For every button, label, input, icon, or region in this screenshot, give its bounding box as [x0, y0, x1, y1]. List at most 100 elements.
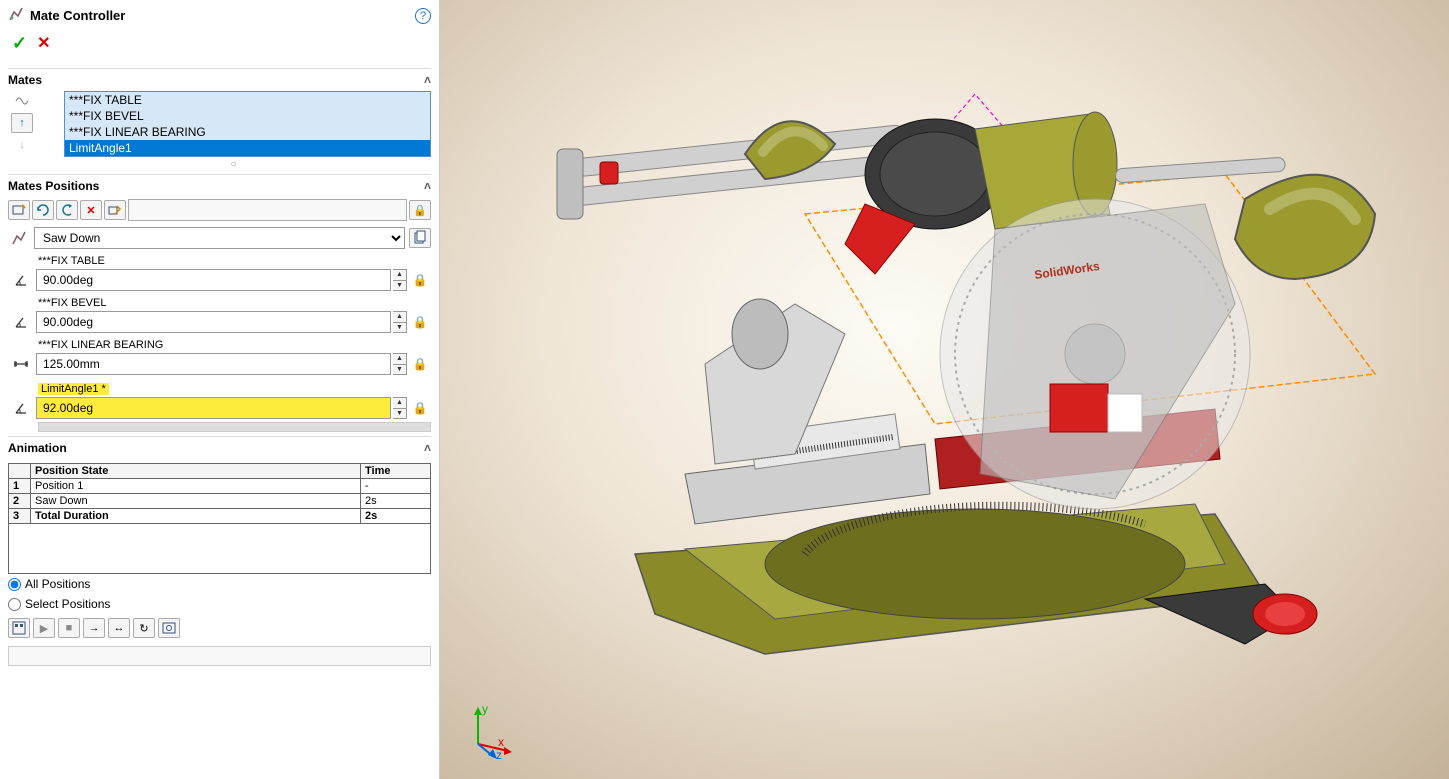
spinner[interactable]: ▲▼ — [393, 311, 407, 333]
spinner-down-icon: ▼ — [393, 323, 406, 333]
move-up-button[interactable]: ↑ — [11, 113, 33, 133]
graphics-viewport[interactable]: SolidWorks y x z — [440, 0, 1449, 779]
cancel-icon[interactable]: ✕ — [37, 33, 50, 54]
positions-toolbar: ✕ 🔒 — [8, 197, 431, 223]
svg-text:z: z — [496, 748, 502, 759]
angle-icon — [8, 314, 34, 330]
spinner-up-icon: ▲ — [393, 398, 406, 409]
mate-controller-icon — [8, 6, 24, 25]
angle-icon — [8, 400, 34, 416]
spinner-up-icon: ▲ — [393, 270, 406, 281]
svg-text:x: x — [498, 735, 504, 749]
col-position-state: Position State — [31, 464, 361, 479]
spinner-down-icon: ▼ — [393, 409, 406, 419]
mates-section-header[interactable]: Mates ˄ — [8, 68, 431, 91]
reset-position-icon[interactable] — [56, 200, 78, 220]
spinner-up-icon: ▲ — [393, 354, 406, 365]
animation-table: Position State Time 1 Position 1 - 2 Saw… — [8, 463, 431, 524]
radio-select-positions[interactable]: Select Positions — [8, 594, 431, 614]
mate-field-label: ***FIX LINEAR BEARING — [8, 339, 431, 351]
resize-handle-icon[interactable]: ○ — [36, 159, 431, 170]
angle-icon — [8, 272, 34, 288]
mates-listbox[interactable]: ***FIX TABLE ***FIX BEVEL ***FIX LINEAR … — [64, 91, 431, 157]
mates-side-controls: ↑ ↓ — [8, 91, 36, 170]
table-corner — [9, 464, 31, 479]
saw-base — [635, 504, 1265, 654]
section-label: Animation — [8, 441, 67, 455]
mate-field-label: ***FIX BEVEL — [8, 297, 431, 309]
chevron-up-icon: ˄ — [424, 179, 431, 193]
svg-text:y: y — [482, 702, 488, 716]
ok-icon[interactable]: ✓ — [12, 33, 27, 54]
spinner[interactable]: ▲▼ — [393, 269, 407, 291]
mate-field-highlighted: LimitAngle1 * ▲▼ 🔒 — [8, 381, 431, 432]
radio-input[interactable] — [8, 598, 21, 611]
collect-mates-icon[interactable] — [11, 91, 33, 111]
play-loop-icon[interactable]: ↻ — [133, 618, 155, 638]
mates-wrapper: ↑ ↓ ***FIX TABLE ***FIX BEVEL ***FIX LIN… — [8, 91, 431, 170]
limit-slider[interactable] — [38, 422, 431, 432]
lock-icon[interactable]: 🔒 — [409, 273, 431, 287]
mate-field: ***FIX BEVEL ▲▼ 🔒 — [8, 297, 431, 333]
update-position-icon[interactable] — [32, 200, 54, 220]
position-name-field[interactable] — [128, 199, 407, 221]
view-triad-icon[interactable]: y x z — [460, 699, 520, 759]
mate-item[interactable]: ***FIX BEVEL — [65, 108, 430, 124]
miter-saw-model[interactable]: SolidWorks — [505, 54, 1385, 694]
radio-input[interactable] — [8, 578, 21, 591]
spinner-up-icon: ▲ — [393, 312, 406, 323]
mate-item[interactable]: ***FIX LINEAR BEARING — [65, 124, 430, 140]
panel-title: Mate Controller — [30, 8, 415, 23]
move-down-button[interactable]: ↓ — [11, 135, 33, 155]
animation-section-header[interactable]: Animation ˄ — [8, 436, 431, 459]
delete-position-icon[interactable]: ✕ — [80, 200, 102, 220]
lock-all-icon[interactable]: 🔒 — [409, 200, 431, 220]
radio-all-positions[interactable]: All Positions — [8, 574, 431, 594]
lock-icon[interactable]: 🔒 — [409, 357, 431, 371]
panel-header: Mate Controller ? — [8, 4, 431, 31]
property-manager-panel: Mate Controller ? ✓ ✕ Mates ˄ ↑ ↓ ***FIX… — [0, 0, 440, 779]
mate-field-label: ***FIX TABLE — [8, 255, 431, 267]
play-reciprocate-icon[interactable]: ↔ — [108, 618, 130, 638]
spinner[interactable]: ▲▼ — [393, 397, 407, 419]
mate-value-input[interactable] — [36, 269, 391, 291]
save-animation-icon[interactable] — [158, 618, 180, 638]
animation-table-empty-area — [8, 524, 431, 574]
mate-value-input[interactable] — [36, 353, 391, 375]
mate-field-label: LimitAngle1 * — [38, 383, 109, 395]
animation-timeline[interactable] — [8, 646, 431, 666]
mate-field: ***FIX LINEAR BEARING ▲▼ 🔒 — [8, 339, 431, 375]
mate-item-selected[interactable]: LimitAngle1 — [65, 140, 430, 156]
lock-icon[interactable]: 🔒 — [409, 315, 431, 329]
table-row[interactable]: 1 Position 1 - — [9, 479, 431, 494]
stop-icon[interactable]: ■ — [58, 618, 80, 638]
position-state-icon — [8, 230, 30, 246]
mates-positions-section-header[interactable]: Mates Positions ˄ — [8, 174, 431, 197]
add-position-icon[interactable] — [8, 200, 30, 220]
spinner-down-icon: ▼ — [393, 281, 406, 291]
help-icon[interactable]: ? — [415, 8, 431, 24]
play-icon[interactable]: ▶ — [33, 618, 55, 638]
mate-field: ***FIX TABLE ▲▼ 🔒 — [8, 255, 431, 291]
rename-position-icon[interactable] — [104, 200, 126, 220]
spinner[interactable]: ▲▼ — [393, 353, 407, 375]
confirm-cancel-row: ✓ ✕ — [8, 31, 431, 64]
position-state-select[interactable]: Saw Down — [34, 227, 405, 249]
mate-value-input[interactable] — [36, 397, 391, 419]
lock-icon[interactable]: 🔒 — [409, 401, 431, 415]
section-label: Mates Positions — [8, 179, 99, 193]
play-forward-icon[interactable]: → — [83, 618, 105, 638]
table-row[interactable]: 2 Saw Down 2s — [9, 494, 431, 509]
table-row[interactable]: 3 Total Duration 2s — [9, 509, 431, 524]
distance-icon — [8, 356, 34, 372]
calculate-icon[interactable] — [8, 618, 30, 638]
playback-toolbar: ▶ ■ → ↔ ↻ — [8, 614, 431, 642]
mate-item[interactable]: ***FIX TABLE — [65, 92, 430, 108]
col-time: Time — [361, 464, 431, 479]
mate-value-input[interactable] — [36, 311, 391, 333]
section-label: Mates — [8, 73, 42, 87]
add-config-icon[interactable] — [409, 228, 431, 248]
chevron-up-icon: ˄ — [424, 73, 431, 87]
chevron-up-icon: ˄ — [424, 441, 431, 455]
position-dropdown-row: Saw Down — [8, 227, 431, 249]
